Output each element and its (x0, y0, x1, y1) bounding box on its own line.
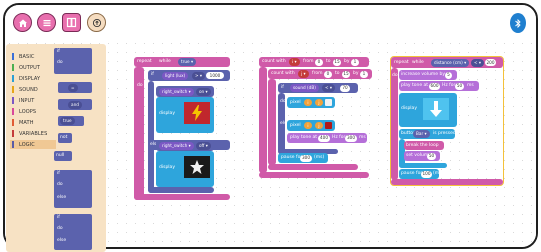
pixel-off-block[interactable]: pixel i j (287, 120, 335, 131)
off-dropdown[interactable]: off ▾ (196, 141, 211, 150)
flyout-true-block[interactable]: true (58, 116, 84, 126)
bluetooth-icon (515, 18, 521, 28)
flyout-null-block[interactable]: null (54, 151, 72, 161)
flyout-if-else-block[interactable]: if do else (54, 170, 92, 208)
if-button-block[interactable]: button Bar ▾ is pressed (399, 129, 456, 139)
category-logic[interactable]: LOGIC (10, 140, 56, 149)
category-input[interactable]: INPUT (12, 96, 34, 105)
play-tone-block-3[interactable]: play tone at 600 Hz for 50 ms (399, 81, 479, 91)
display-block-1[interactable]: display (156, 97, 214, 133)
category-sound[interactable]: SOUND (12, 85, 38, 94)
display-block-2[interactable]: display (156, 151, 214, 187)
true-dropdown[interactable]: true ▾ (178, 58, 197, 66)
flyout-compare-block[interactable]: = (58, 82, 92, 93)
pause-block-3[interactable]: pause for 100 (ms) (399, 169, 443, 179)
category-math[interactable]: MATH (12, 118, 34, 127)
increase-volume-block[interactable]: increase volume by 5 (399, 70, 457, 80)
layout-button[interactable] (62, 13, 81, 32)
home-icon (18, 19, 27, 27)
count-i-arm (259, 67, 267, 173)
menu-button[interactable] (37, 13, 56, 32)
upload-icon (92, 18, 101, 27)
arrow-down-icon[interactable] (423, 98, 449, 120)
display-arrow-block[interactable]: display (399, 93, 457, 127)
home-button[interactable] (13, 13, 32, 32)
if-condition-block[interactable]: if light (lux) > ▾ 1000 (148, 70, 230, 81)
pause-block-2[interactable]: pause for 300 (ms) (278, 153, 328, 163)
star-icon[interactable] (184, 156, 210, 178)
repeat-loop-foot (134, 194, 230, 200)
light-sensor[interactable]: light (lux) (162, 71, 189, 80)
if-arm (148, 81, 154, 193)
switch-dropdown-2[interactable]: right_switch ▾ (159, 141, 194, 150)
set-volume-block[interactable]: set volume 50 (404, 151, 440, 161)
pixel-on-block[interactable]: pixel i j (287, 97, 335, 108)
category-output[interactable]: OUTPUT (12, 63, 40, 72)
category-loops[interactable]: LOOPS (12, 107, 36, 116)
bluetooth-button[interactable] (510, 13, 526, 33)
count-j-foot (268, 164, 358, 170)
switch-dropdown[interactable]: right_switch ▾ (159, 87, 194, 96)
if-button-foot (399, 163, 447, 168)
gt-operator[interactable]: > ▾ (192, 71, 205, 80)
flyout-and-block[interactable]: and (58, 99, 92, 110)
if-foot (148, 187, 214, 193)
play-tone-block[interactable]: play tone at 400 Hz for 300 ms (287, 133, 367, 143)
on-dropdown[interactable]: on ▾ (196, 87, 211, 96)
repeat-distance-foot (391, 179, 503, 185)
count-i-foot (259, 172, 369, 178)
threshold-input[interactable]: 1000 (206, 72, 224, 79)
menu-icon (43, 19, 50, 26)
flyout-not-block[interactable]: not (58, 133, 72, 143)
upload-button[interactable] (87, 13, 106, 32)
flyout-if-else-block-2[interactable]: if do else (54, 214, 92, 250)
lightning-icon[interactable] (184, 102, 210, 124)
switch-off-block[interactable]: right_switch ▾ off ▾ (156, 140, 214, 151)
count-with-i-block[interactable]: count with i ▾ from 0 to 15 by 1 (259, 57, 369, 67)
break-loop-block[interactable]: break the loop (404, 141, 444, 150)
flyout-if-block[interactable]: if do (54, 48, 92, 74)
split-layout-icon (66, 17, 77, 28)
switch-on-block[interactable]: right_switch ▾ on ▾ (156, 86, 214, 97)
toolbar (5, 5, 536, 39)
category-basic[interactable]: BASIC (12, 52, 35, 61)
repeat-distance-arm (391, 68, 398, 180)
repeat-while-block[interactable]: repeat while true ▾ (134, 57, 230, 67)
category-variables[interactable]: VARIABLES (12, 129, 47, 138)
repeat-while-distance-block[interactable]: repeat while distance (cm) ▾ < ▾ 200 (391, 57, 503, 68)
if-sound-block[interactable]: if sound (dB) < ▾ 70 (278, 83, 358, 93)
category-display[interactable]: DISPLAY (12, 74, 40, 83)
count-with-j-block[interactable]: count with j ▾ from 0 to 15 by 1 (268, 69, 372, 79)
count-j-arm (268, 79, 276, 165)
category-panel: BASIC OUTPUT DISPLAY SOUND INPUT LOOPS M… (6, 44, 106, 252)
